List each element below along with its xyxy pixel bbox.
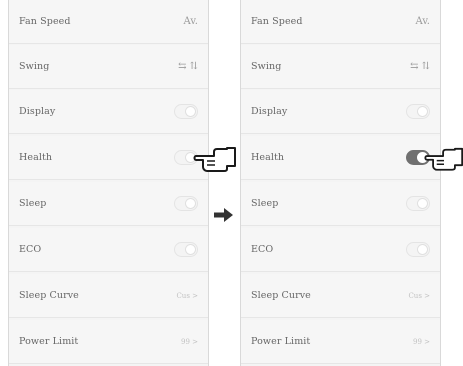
fan-speed-value[interactable]: Av.: [416, 16, 430, 27]
eco-label: ECO: [19, 244, 42, 255]
power-limit-row[interactable]: Power Limit 99 >: [9, 320, 208, 364]
pointing-hand-icon: [193, 147, 236, 172]
swing-icons[interactable]: ⇆ ⇅: [178, 61, 198, 72]
sleep-curve-value: Cus >: [408, 291, 430, 300]
fan-speed-label: Fan Speed: [251, 16, 303, 27]
settings-panel-after: Fan Speed Av. Swing ⇆ ⇅ Display Health S…: [240, 0, 441, 366]
sleep-curve-value: Cus >: [176, 291, 198, 300]
swing-row[interactable]: Swing ⇆ ⇅: [241, 45, 440, 89]
swing-label: Swing: [251, 61, 282, 72]
health-row: Health: [9, 136, 208, 180]
sleep-curve-label: Sleep Curve: [251, 290, 311, 301]
sleep-toggle[interactable]: [406, 196, 430, 211]
health-row: Health: [241, 136, 440, 180]
power-limit-label: Power Limit: [251, 336, 311, 347]
fan-speed-label: Fan Speed: [19, 16, 71, 27]
swing-label: Swing: [19, 61, 50, 72]
power-limit-value: 99 >: [413, 337, 430, 346]
settings-panel-before: Fan Speed Av. Swing ⇆ ⇅ Display Health S…: [8, 0, 209, 366]
health-label: Health: [19, 152, 53, 163]
sleep-curve-row[interactable]: Sleep Curve Cus >: [9, 274, 208, 318]
eco-toggle[interactable]: [406, 242, 430, 257]
display-row: Display: [9, 90, 208, 134]
display-label: Display: [19, 106, 56, 117]
display-toggle[interactable]: [406, 104, 430, 119]
swing-row[interactable]: Swing ⇆ ⇅: [9, 45, 208, 89]
eco-row: ECO: [9, 228, 208, 272]
swing-icons[interactable]: ⇆ ⇅: [410, 61, 430, 72]
fan-speed-row[interactable]: Fan Speed Av.: [9, 0, 208, 44]
right-arrow-icon: [214, 208, 233, 222]
power-limit-label: Power Limit: [19, 336, 79, 347]
eco-toggle[interactable]: [174, 242, 198, 257]
display-toggle[interactable]: [174, 104, 198, 119]
display-label: Display: [251, 106, 288, 117]
sleep-curve-label: Sleep Curve: [19, 290, 79, 301]
sleep-toggle[interactable]: [174, 196, 198, 211]
eco-label: ECO: [251, 244, 274, 255]
power-limit-value: 99 >: [181, 337, 198, 346]
pointing-hand-icon: [424, 147, 463, 171]
fan-speed-row[interactable]: Fan Speed Av.: [241, 0, 440, 44]
sleep-row: Sleep: [9, 182, 208, 226]
sleep-row: Sleep: [241, 182, 440, 226]
health-label: Health: [251, 152, 285, 163]
display-row: Display: [241, 90, 440, 134]
sleep-label: Sleep: [251, 198, 279, 209]
sleep-curve-row[interactable]: Sleep Curve Cus >: [241, 274, 440, 318]
eco-row: ECO: [241, 228, 440, 272]
fan-speed-value[interactable]: Av.: [184, 16, 198, 27]
power-limit-row[interactable]: Power Limit 99 >: [241, 320, 440, 364]
sleep-label: Sleep: [19, 198, 47, 209]
